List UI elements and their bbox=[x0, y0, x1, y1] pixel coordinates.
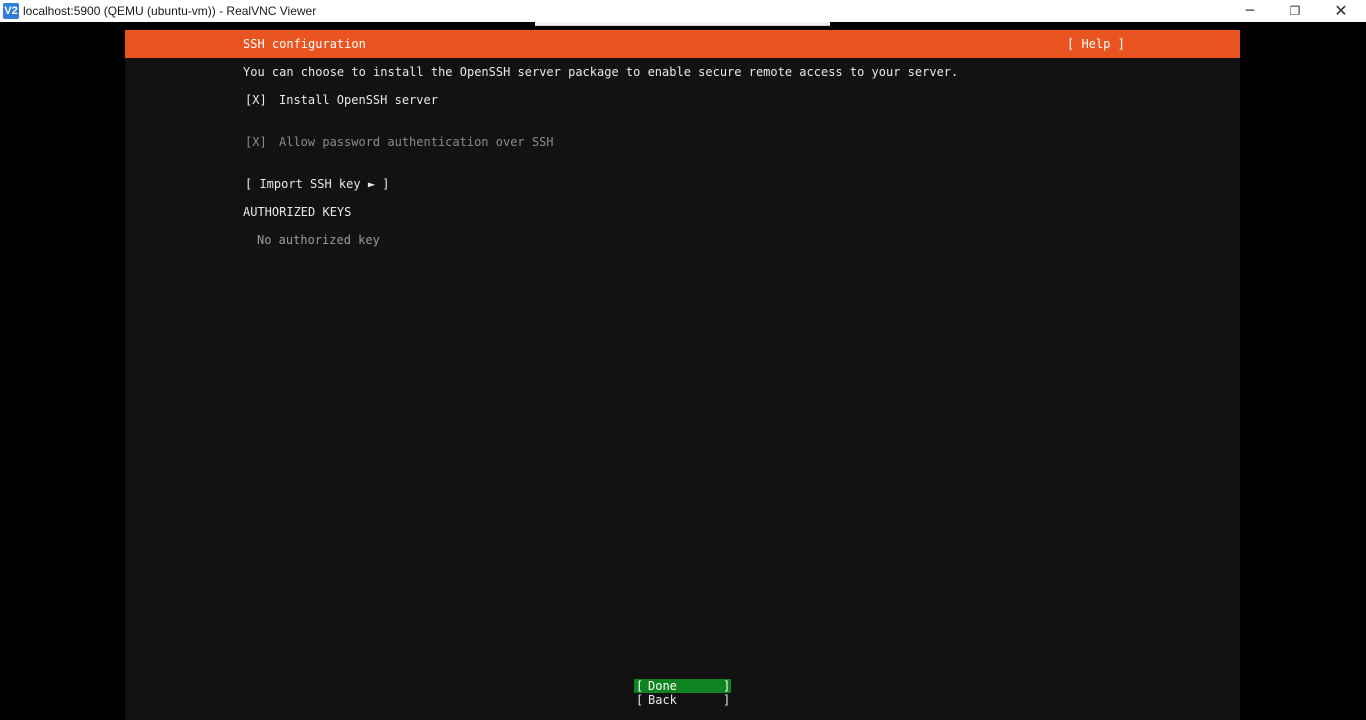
help-button[interactable]: [ Help ] bbox=[1067, 37, 1125, 51]
page-title: SSH configuration bbox=[243, 37, 366, 51]
back-bracket-open: [ bbox=[636, 693, 644, 707]
install-openssh-check-mark: [X] bbox=[245, 93, 267, 107]
install-openssh-label: Install OpenSSH server bbox=[279, 93, 438, 107]
installer-screen: SSH configuration [ Help ] You can choos… bbox=[125, 30, 1240, 720]
done-button[interactable]: [ Done ] bbox=[634, 679, 731, 693]
back-button[interactable]: [ Back ] bbox=[634, 693, 731, 707]
authorized-keys-empty: No authorized key bbox=[257, 233, 380, 247]
done-bracket-close: ] bbox=[723, 679, 731, 693]
intro-text: You can choose to install the OpenSSH se… bbox=[243, 65, 959, 79]
realvnc-icon: V2 bbox=[3, 3, 19, 19]
password-auth-check-mark: [X] bbox=[245, 135, 267, 149]
back-label: Back bbox=[648, 693, 677, 707]
minimize-icon[interactable]: ─ bbox=[1227, 0, 1273, 22]
maximize-icon[interactable]: ❐ bbox=[1272, 0, 1318, 22]
header-bar: SSH configuration [ Help ] bbox=[125, 30, 1240, 58]
done-label: Done bbox=[648, 679, 677, 693]
import-ssh-key-button[interactable]: [ Import SSH key ► ] bbox=[245, 177, 390, 191]
password-auth-label: Allow password authentication over SSH bbox=[279, 135, 554, 149]
window-title-bar: V2 localhost:5900 (QEMU (ubuntu-vm)) - R… bbox=[0, 0, 1366, 22]
window-title: localhost:5900 (QEMU (ubuntu-vm)) - Real… bbox=[23, 4, 317, 18]
password-auth-checkbox: [X] Allow password authentication over SS… bbox=[245, 135, 554, 149]
back-bracket-close: ] bbox=[723, 693, 731, 707]
install-openssh-checkbox[interactable]: [X] Install OpenSSH server bbox=[245, 93, 438, 107]
done-bracket-open: [ bbox=[636, 679, 644, 693]
vnc-toolbar-handle[interactable] bbox=[535, 22, 830, 26]
close-icon[interactable]: ✕ bbox=[1318, 0, 1364, 22]
authorized-keys-heading: AUTHORIZED KEYS bbox=[243, 205, 352, 219]
